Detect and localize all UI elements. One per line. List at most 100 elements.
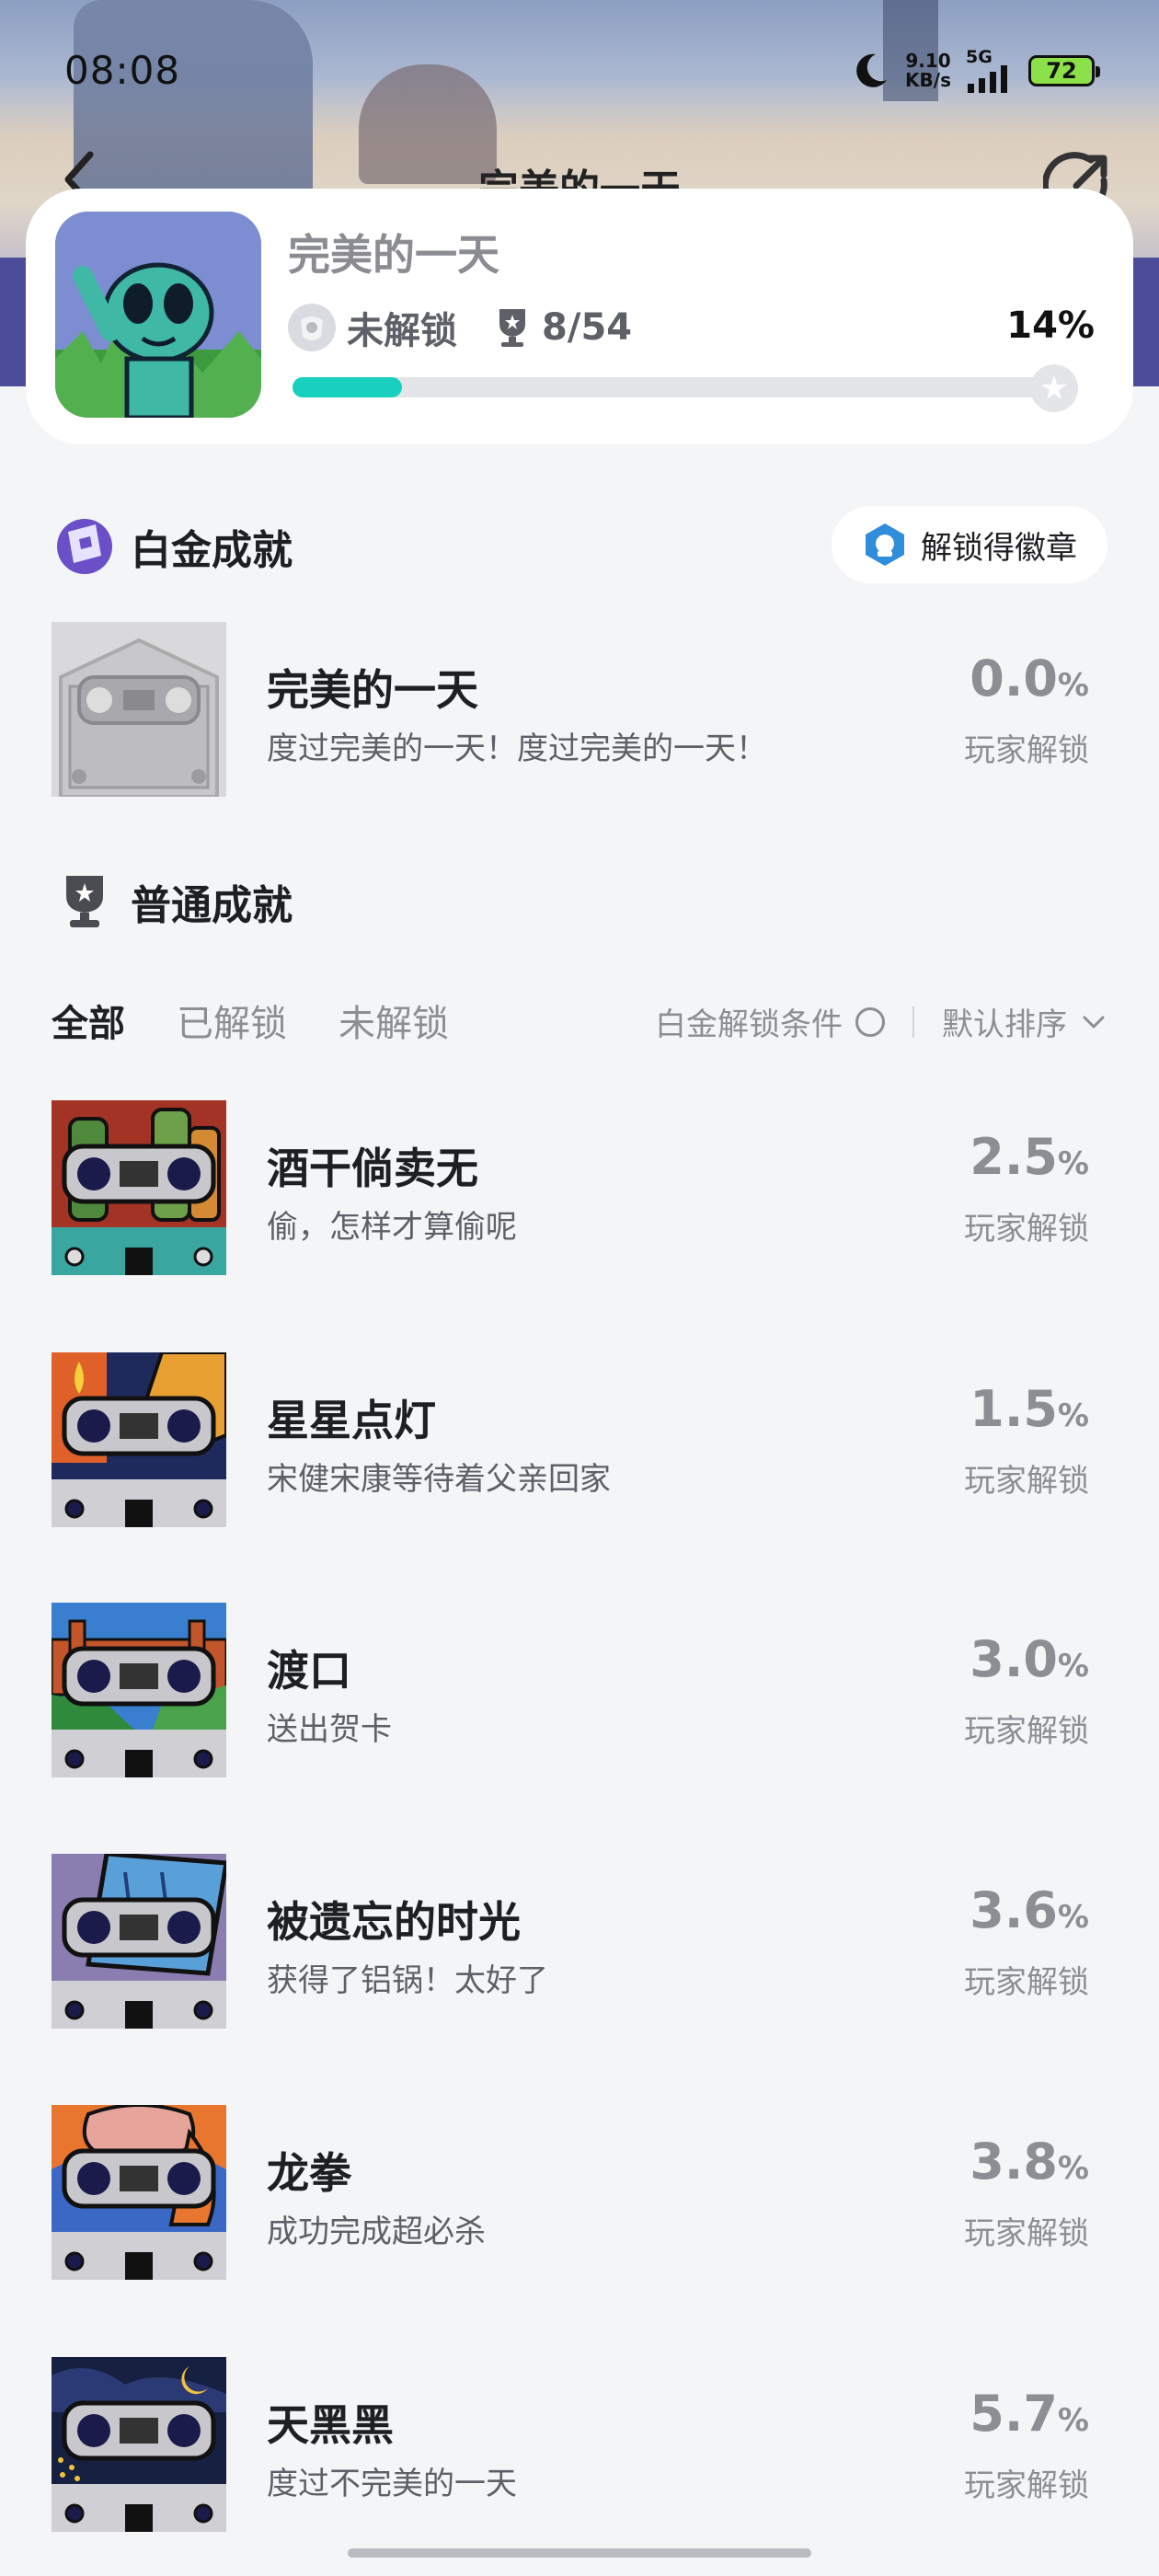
battery-indicator: 72 [1028,55,1100,86]
achievement-item[interactable]: 天黑黑 度过不完美的一天 5.7% 玩家解锁 [0,2357,1159,2532]
achievement-unlock-rate: 2.5% [970,1128,1089,1186]
filter-controls: 白金解锁条件 默认排序 [655,999,1107,1044]
badge-icon [866,523,904,566]
achievement-name: 渡口 [267,1646,351,1696]
achievement-image [52,2105,226,2280]
achievement-unlock-rate-value: 3.8 [970,2133,1058,2191]
normal-section-title: 普通成就 [131,882,293,929]
lock-status-icon [288,304,336,351]
achievement-image [52,2357,226,2532]
achievement-unlock-rate-value: 2.5 [970,1128,1058,1186]
network-type: 5G [966,47,993,67]
achievement-unlock-rate: 3.8% [970,2133,1089,2191]
platinum-trophy-icon [57,519,112,574]
home-indicator[interactable] [348,2548,811,2558]
game-progress-percent: 14% [1006,305,1095,347]
lock-status-text: 未解锁 [347,310,457,352]
sort-dropdown[interactable]: 默认排序 [942,999,1067,1044]
tab-all[interactable]: 全部 [52,994,125,1047]
achievement-unlock-label: 玩家解锁 [964,1964,1089,2001]
normal-section-header: 普通成就 [53,872,293,931]
achievement-item[interactable]: 星星点灯 宋健宋康等待着父亲回家 1.5% 玩家解锁 [0,1352,1159,1527]
game-progress-bar [293,364,1078,412]
percent-sign: % [1057,1899,1089,1936]
achievement-unlock-label: 玩家解锁 [964,2467,1089,2504]
percent-sign: % [1057,1648,1089,1685]
network-speed: 9.10 KB/s [905,52,951,90]
achievement-unlock-rate: 3.0% [970,1630,1089,1688]
achievement-unlock-rate: 1.5% [970,1380,1089,1438]
achievement-unlock-rate-value: 5.7 [970,2385,1058,2443]
percent-sign: % [1057,1397,1089,1434]
unlock-badge-label: 解锁得徽章 [921,529,1077,567]
achievement-unlock-rate: 5.7% [970,2385,1089,2443]
achievement-name: 天黑黑 [267,2400,394,2450]
network-speed-value: 9.10 [905,50,951,72]
achievement-image [52,622,226,797]
achievement-unlock-rate-value: 0.0 [970,650,1058,707]
achievement-unlock-label: 玩家解锁 [964,1211,1089,1248]
achievement-image [52,1854,226,2029]
achievement-item[interactable]: 被遗忘的时光 获得了铝锅！太好了 3.6% 玩家解锁 [0,1854,1159,2029]
unlock-badge-button[interactable]: 解锁得徽章 [832,506,1107,583]
signal-bars-icon [968,65,1007,93]
achievement-unlock-label: 玩家解锁 [964,1463,1089,1500]
achievement-description: 成功完成超必杀 [267,2214,486,2250]
achievement-unlock-rate: 3.6% [970,1881,1089,1939]
percent-sign: % [1057,2150,1089,2187]
game-name: 完美的一天 [288,230,499,280]
achievement-item[interactable]: 酒干倘卖无 偷，怎样才算偷呢 2.5% 玩家解锁 [0,1100,1159,1275]
achievement-name: 完美的一天 [267,665,478,715]
achievement-image [52,1352,226,1527]
network-speed-unit: KB/s [905,69,951,91]
achievement-description: 获得了铝锅！太好了 [267,1962,548,1999]
game-meta: 未解锁 8/54 [288,301,632,354]
achievement-name: 龙拳 [267,2148,351,2198]
percent-sign: % [1057,2402,1089,2439]
trophy-icon [66,876,103,927]
achievement-description: 宋健宋康等待着父亲回家 [267,1461,611,1498]
trophy-icon [499,309,525,347]
status-bar: 08:08 9.10 KB/s 5G 72 [0,0,1159,138]
trophy-count: 8/54 [542,306,633,349]
achievement-unlock-rate-value: 3.0 [970,1630,1058,1688]
game-summary-card[interactable]: 完美的一天 未解锁 8/54 14% [26,189,1133,444]
percent-sign: % [1057,1145,1089,1182]
achievement-description: 度过不完美的一天 [267,2466,517,2502]
achievement-name: 被遗忘的时光 [267,1897,521,1947]
achievement-unlock-label: 玩家解锁 [964,732,1089,769]
achievement-image [52,1603,226,1777]
status-icons: 9.10 KB/s 5G 72 [850,48,1100,94]
percent-sign: % [1057,667,1089,704]
achievement-description: 度过完美的一天！度过完美的一天！ [267,730,767,767]
achievement-unlock-rate-value: 3.6 [970,1881,1058,1939]
radio-circle-icon[interactable] [855,1006,885,1037]
platinum-achievement-item[interactable]: 完美的一天 度过完美的一天！度过完美的一天！ 0.0% 玩家解锁 [0,622,1159,797]
achievement-unlock-label: 玩家解锁 [964,2215,1089,2252]
achievement-item[interactable]: 渡口 送出贺卡 3.0% 玩家解锁 [0,1603,1159,1777]
divider [912,1006,914,1038]
tab-unlocked[interactable]: 已解锁 [177,994,287,1047]
achievement-name: 酒干倘卖无 [267,1144,478,1193]
achievement-unlock-rate: 0.0% [970,650,1089,707]
game-progress-fill [293,377,403,397]
achievement-image [52,1100,226,1275]
game-cover-image [55,212,261,418]
achievement-description: 送出贺卡 [267,1711,392,1748]
cellular-signal: 5G [966,49,1014,93]
tab-locked[interactable]: 未解锁 [339,994,449,1047]
platinum-condition-filter[interactable]: 白金解锁条件 [655,999,843,1044]
alien-cover-art [55,212,261,418]
platinum-section-header: 白金成就 [53,515,293,578]
moon-icon [856,53,888,87]
achievement-description: 偷，怎样才算偷呢 [267,1209,517,1246]
achievement-item[interactable]: 龙拳 成功完成超必杀 3.8% 玩家解锁 [0,2105,1159,2280]
achievement-name: 星星点灯 [267,1396,436,1445]
achievement-filter-tabs: 全部 已解锁 未解锁 [52,994,449,1047]
achievement-unlock-rate-value: 1.5 [970,1380,1058,1438]
achievement-unlock-label: 玩家解锁 [964,1713,1089,1750]
platinum-section-title: 白金成就 [131,527,293,574]
progress-end-icon [1030,364,1078,412]
chevron-down-icon[interactable] [1080,1008,1107,1036]
status-time: 08:08 [64,48,181,93]
